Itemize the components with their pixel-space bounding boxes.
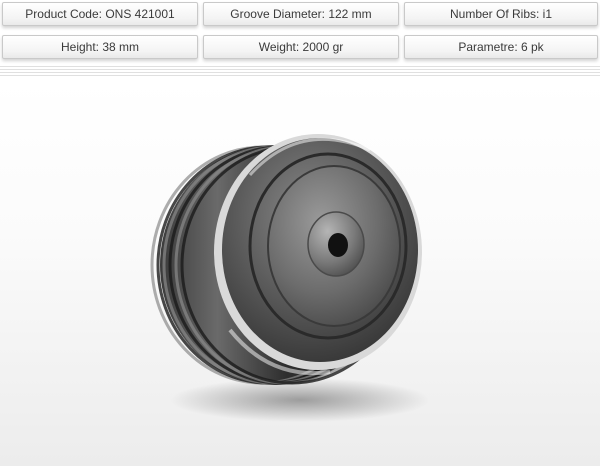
- spec-weight: Weight: 2000 gr: [203, 35, 399, 59]
- spec-number-of-ribs: Number Of Ribs: i1: [404, 2, 598, 26]
- spec-parametre: Parametre: 6 pk: [404, 35, 598, 59]
- spec-row-1: Product Code: ONS 421001 Groove Diameter…: [0, 2, 600, 30]
- pulley-image: [150, 134, 430, 422]
- spec-row-2: Height: 38 mm Weight: 2000 gr Parametre:…: [0, 35, 600, 63]
- pulley-floor-shadow: [170, 378, 430, 422]
- pulley-center-hole: [328, 233, 348, 257]
- spec-panel: Product Code: ONS 421001 Groove Diameter…: [0, 0, 600, 70]
- spec-groove-diameter: Groove Diameter: 122 mm: [203, 2, 399, 26]
- product-image-area: [0, 80, 600, 466]
- divider-stripes: [0, 66, 600, 78]
- spec-product-code: Product Code: ONS 421001: [2, 2, 198, 26]
- spec-height: Height: 38 mm: [2, 35, 198, 59]
